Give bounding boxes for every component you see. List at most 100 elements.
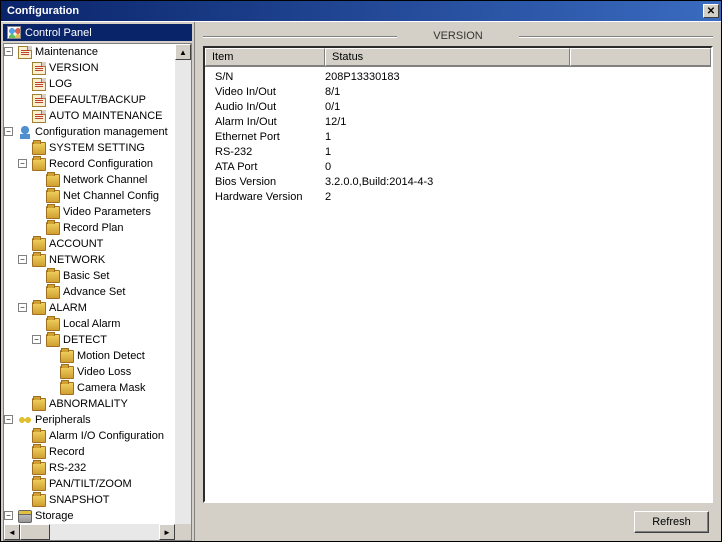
list-row[interactable]: Hardware Version2 [205, 189, 711, 204]
tree-item-record-plan[interactable]: Record Plan [46, 220, 175, 236]
tree-item-network[interactable]: NETWORK [32, 252, 175, 268]
panel-footer: Refresh [203, 503, 713, 533]
folder-icon [46, 334, 60, 347]
folder-icon [32, 462, 46, 475]
tree-item-motion-detect[interactable]: Motion Detect [60, 348, 175, 364]
tree-item-auto-maintenance[interactable]: AUTO MAINTENANCE [32, 108, 175, 124]
expander-icon[interactable]: − [4, 47, 13, 56]
tree-item-config-management[interactable]: Configuration management [18, 124, 175, 140]
tree-item-peripherals[interactable]: Peripherals [18, 412, 175, 428]
list-row[interactable]: Ethernet Port1 [205, 129, 711, 144]
folder-icon [32, 398, 46, 411]
expander-icon[interactable]: − [4, 511, 13, 520]
tree-container: − Maintenance VERSION LOG DEFAULT/BACKUP… [3, 43, 192, 541]
folder-icon [46, 270, 60, 283]
expander-icon[interactable]: − [18, 159, 27, 168]
doc-icon [32, 110, 46, 123]
scroll-track[interactable] [50, 524, 159, 540]
folder-icon [46, 190, 60, 203]
folder-icon [32, 446, 46, 459]
tree-item-detect[interactable]: DETECT [46, 332, 175, 348]
doc-icon [32, 94, 46, 107]
expander-icon[interactable]: − [4, 415, 13, 424]
column-header-blank[interactable] [570, 48, 711, 66]
tree-pane: Control Panel − Maintenance VERSION LOG … [1, 22, 195, 541]
scroll-up-icon[interactable]: ▲ [175, 44, 191, 60]
column-header-item[interactable]: Item [205, 48, 325, 66]
tree-item-basic-set[interactable]: Basic Set [46, 268, 175, 284]
doc-icon [32, 78, 46, 91]
list-row[interactable]: ATA Port0 [205, 159, 711, 174]
folder-icon [60, 366, 74, 379]
list-row[interactable]: Video In/Out8/1 [205, 84, 711, 99]
tree-horizontal-scrollbar[interactable]: ◄ ► [4, 524, 175, 540]
list-row[interactable]: Audio In/Out0/1 [205, 99, 711, 114]
column-header-status[interactable]: Status [325, 48, 570, 66]
expander-icon[interactable]: − [32, 335, 41, 344]
tree-item-system-setting[interactable]: SYSTEM SETTING [32, 140, 175, 156]
tree-item-record-configuration[interactable]: Record Configuration [32, 156, 175, 172]
tree-item-maintenance[interactable]: Maintenance [18, 44, 175, 60]
tree-root-control-panel[interactable]: Control Panel [3, 24, 192, 41]
tree-item-ptz[interactable]: PAN/TILT/ZOOM [32, 476, 175, 492]
tree-item-video-loss[interactable]: Video Loss [60, 364, 175, 380]
refresh-button[interactable]: Refresh [634, 511, 709, 533]
list-row[interactable]: S/N208P13330183 [205, 69, 711, 84]
scroll-right-icon[interactable]: ► [159, 524, 175, 540]
folder-icon [32, 302, 46, 315]
folder-icon [60, 350, 74, 363]
tree-item-network-channel[interactable]: Network Channel [46, 172, 175, 188]
scroll-thumb[interactable] [20, 524, 50, 540]
scroll-left-icon[interactable]: ◄ [4, 524, 20, 540]
panel-heading: VERSION [203, 30, 713, 42]
close-button[interactable]: ✕ [703, 4, 719, 18]
folder-icon [32, 254, 46, 267]
tree-item-record[interactable]: Record [32, 444, 175, 460]
tree-item-version[interactable]: VERSION [32, 60, 175, 76]
folder-icon [32, 142, 46, 155]
tree-item-account[interactable]: ACCOUNT [32, 236, 175, 252]
tree-item-net-channel-config[interactable]: Net Channel Config [46, 188, 175, 204]
folder-icon [32, 430, 46, 443]
detail-pane: VERSION Item Status S/N208P13330183 Vide… [195, 22, 721, 541]
folder-icon [46, 174, 60, 187]
configuration-window: Configuration ✕ Control Panel − Maintena… [0, 0, 722, 542]
list-row[interactable]: Alarm In/Out12/1 [205, 114, 711, 129]
folder-icon [46, 206, 60, 219]
expander-icon[interactable]: − [4, 127, 13, 136]
tree-item-alarm[interactable]: ALARM [32, 300, 175, 316]
folder-icon [46, 286, 60, 299]
tree-item-snapshot[interactable]: SNAPSHOT [32, 492, 175, 508]
folder-icon [60, 382, 74, 395]
tree-item-alarm-io[interactable]: Alarm I/O Configuration [32, 428, 175, 444]
tree-item-local-alarm[interactable]: Local Alarm [46, 316, 175, 332]
control-panel-icon [7, 26, 21, 39]
titlebar: Configuration ✕ [1, 1, 721, 21]
storage-icon [18, 510, 32, 523]
folder-icon [46, 318, 60, 331]
list-row[interactable]: Bios Version3.2.0.0,Build:2014-4-3 [205, 174, 711, 189]
folder-icon [32, 494, 46, 507]
device-icon [18, 414, 32, 427]
tree-item-video-parameters[interactable]: Video Parameters [46, 204, 175, 220]
tree-item-log[interactable]: LOG [32, 76, 175, 92]
tree-vertical-scrollbar[interactable]: ▲ [175, 44, 191, 524]
doc-icon [18, 46, 32, 59]
list-row[interactable]: RS-2321 [205, 144, 711, 159]
expander-icon[interactable]: − [18, 255, 27, 264]
expander-icon[interactable]: − [18, 303, 27, 312]
folder-icon [32, 238, 46, 251]
tree-item-camera-mask[interactable]: Camera Mask [60, 380, 175, 396]
tree-item-abnormality[interactable]: ABNORMALITY [32, 396, 175, 412]
tree-item-advance-set[interactable]: Advance Set [46, 284, 175, 300]
tree-root-label: Control Panel [25, 27, 92, 39]
tree: − Maintenance VERSION LOG DEFAULT/BACKUP… [4, 44, 175, 524]
version-list: Item Status S/N208P13330183 Video In/Out… [203, 46, 713, 503]
folder-icon [46, 222, 60, 235]
folder-icon [32, 478, 46, 491]
window-title: Configuration [3, 5, 79, 17]
tree-item-rs232[interactable]: RS-232 [32, 460, 175, 476]
tree-item-storage[interactable]: Storage [18, 508, 175, 524]
tree-item-default-backup[interactable]: DEFAULT/BACKUP [32, 92, 175, 108]
config-icon [18, 126, 32, 139]
